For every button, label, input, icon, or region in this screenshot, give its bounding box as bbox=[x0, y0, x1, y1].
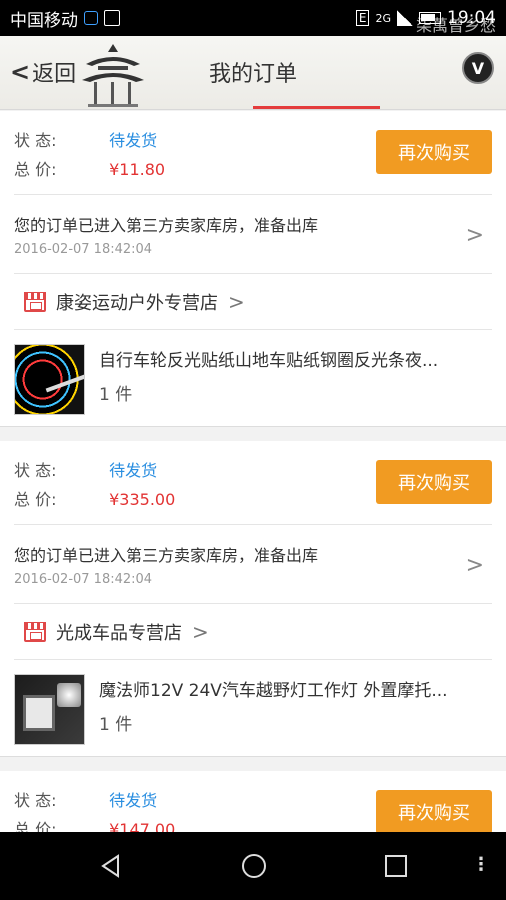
lock-icon bbox=[84, 11, 98, 25]
app-logo-icon[interactable]: V bbox=[462, 52, 494, 84]
order-summary: 状 态: 待发货 总 价: ¥11.80 再次购买 bbox=[14, 111, 492, 195]
more-options-icon[interactable]: ⋮ bbox=[472, 854, 490, 875]
tracking-message: 您的订单已进入第三方卖家库房，准备出库 bbox=[14, 546, 319, 565]
store-name: 光成车品专营店 bbox=[56, 622, 182, 644]
store-name: 康姿运动户外专营店 bbox=[56, 292, 218, 314]
chevron-right-icon: > bbox=[192, 619, 209, 644]
tracking-time: 2016-02-07 18:42:04 bbox=[14, 242, 153, 257]
order-status: 待发货 bbox=[109, 791, 158, 810]
product-quantity: 1 件 bbox=[99, 385, 133, 405]
product-quantity: 1 件 bbox=[99, 715, 133, 735]
product-item[interactable]: 魔法师12V 24V汽车越野灯工作灯 外置摩托... 1 件 bbox=[14, 660, 492, 756]
rebuy-button[interactable]: 再次购买 bbox=[376, 130, 492, 174]
status-label: 状 态: bbox=[14, 131, 57, 150]
page-title: 我的订单 bbox=[208, 62, 297, 87]
product-item[interactable]: 自行车轮反光贴纸山地车贴纸钢圈反光条夜... 1 件 bbox=[14, 330, 492, 426]
active-tab-indicator bbox=[253, 106, 380, 109]
order-card: 状 态: 待发货 总 价: ¥11.80 再次购买 您的订单已进入第三方卖家库房… bbox=[0, 111, 506, 427]
app-header: < 返回 我的订单 V bbox=[0, 36, 506, 110]
store-row[interactable]: 光成车品专营店 > bbox=[14, 604, 492, 660]
carrier-name: 中国移动 bbox=[10, 10, 78, 31]
status-row: 状 态: 待发货 bbox=[14, 457, 157, 481]
price-label: 总 价: bbox=[14, 160, 57, 179]
status-row: 状 态: 待发货 bbox=[14, 787, 157, 811]
tracking-row[interactable]: 您的订单已进入第三方卖家库房，准备出库 2016-02-07 18:42:04 … bbox=[14, 195, 492, 274]
price-row: 总 价: ¥11.80 bbox=[14, 156, 165, 180]
order-status: 待发货 bbox=[109, 131, 158, 150]
status-label: 状 态: bbox=[14, 791, 57, 810]
sim-icon: E bbox=[355, 10, 370, 26]
order-price: ¥11.80 bbox=[109, 160, 166, 179]
order-status: 待发货 bbox=[109, 461, 158, 480]
order-card: 状 态: 待发货 总 价: ¥335.00 再次购买 您的订单已进入第三方卖家库… bbox=[0, 441, 506, 757]
order-list: 状 态: 待发货 总 价: ¥11.80 再次购买 您的订单已进入第三方卖家库房… bbox=[0, 111, 506, 856]
chevron-right-icon: > bbox=[228, 289, 245, 314]
network-type: 2G bbox=[375, 11, 391, 25]
product-title: 自行车轮反光贴纸山地车贴纸钢圈反光条夜... bbox=[99, 351, 439, 371]
status-label: 状 态: bbox=[14, 461, 57, 480]
status-row: 状 态: 待发货 bbox=[14, 127, 157, 151]
price-label: 总 价: bbox=[14, 490, 57, 509]
tracking-row[interactable]: 您的订单已进入第三方卖家库房，准备出库 2016-02-07 18:42:04 … bbox=[14, 525, 492, 604]
product-thumbnail bbox=[14, 344, 85, 415]
tracking-time: 2016-02-07 18:42:04 bbox=[14, 572, 153, 587]
nav-back-icon[interactable] bbox=[98, 853, 124, 879]
nav-recents-icon[interactable] bbox=[384, 854, 408, 878]
rebuy-button[interactable]: 再次购买 bbox=[376, 460, 492, 504]
price-row: 总 价: ¥335.00 bbox=[14, 486, 175, 510]
tracking-message: 您的订单已进入第三方卖家库房，准备出库 bbox=[14, 216, 319, 235]
system-nav-bar: ⋮ bbox=[0, 832, 506, 900]
store-row[interactable]: 康姿运动户外专营店 > bbox=[14, 274, 492, 330]
product-title: 魔法师12V 24V汽车越野灯工作灯 外置摩托... bbox=[99, 681, 448, 701]
order-summary: 状 态: 待发货 总 价: ¥335.00 再次购买 bbox=[14, 441, 492, 525]
chevron-right-icon: > bbox=[465, 553, 484, 578]
order-price: ¥335.00 bbox=[109, 490, 176, 509]
store-icon bbox=[24, 621, 46, 642]
product-thumbnail bbox=[14, 674, 85, 745]
store-icon bbox=[24, 291, 46, 312]
rebuy-button[interactable]: 再次购买 bbox=[376, 790, 492, 834]
watermark: 柒萬曾乡愁 bbox=[416, 16, 497, 35]
nav-home-icon[interactable] bbox=[240, 852, 268, 880]
chevron-right-icon: > bbox=[465, 223, 484, 248]
image-icon bbox=[104, 10, 120, 26]
signal-icon bbox=[397, 10, 413, 26]
